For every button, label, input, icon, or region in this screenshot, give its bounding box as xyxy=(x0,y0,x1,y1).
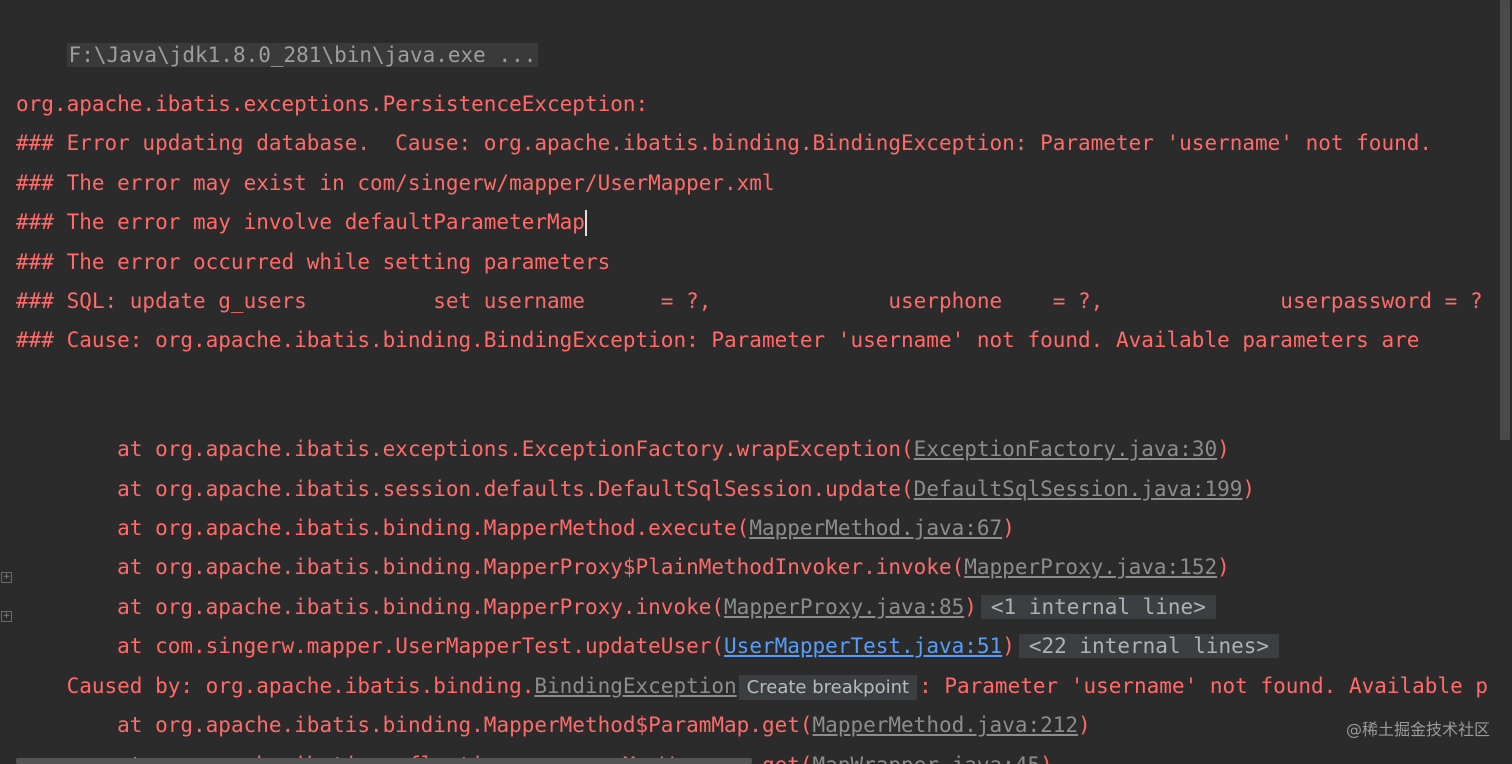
error-line-mapper-xml: ### The error may exist in com/singerw/m… xyxy=(16,171,775,195)
stack-frame: at com.singerw.mapper.UserMapperTest.upd… xyxy=(16,601,1280,658)
java-command[interactable]: F:\Java\jdk1.8.0_281\bin\java.exe ... xyxy=(66,43,539,67)
run-console[interactable]: F:\Java\jdk1.8.0_281\bin\java.exe ... or… xyxy=(0,0,1512,764)
stack-frame-tail: ) xyxy=(1217,555,1230,579)
command-line[interactable]: F:\Java\jdk1.8.0_281\bin\java.exe ... xyxy=(16,10,539,67)
stack-frame: at org.apache.ibatis.session.defaults.De… xyxy=(16,444,1255,501)
stack-frame: at org.apache.ibatis.binding.MapperMetho… xyxy=(16,483,1015,540)
stack-frame: at org.apache.ibatis.binding.MapperProxy… xyxy=(16,562,1216,619)
error-line-updating: ### Error updating database. Cause: org.… xyxy=(16,131,1433,155)
horizontal-scrollbar[interactable] xyxy=(16,758,752,764)
error-line-setting-params: ### The error occurred while setting par… xyxy=(16,250,611,274)
stack-frame: at org.apache.ibatis.reflection.wrapper.… xyxy=(16,720,1053,764)
caused-by-line: Caused by: org.apache.ibatis.binding.Bin… xyxy=(16,641,1488,700)
stack-frame: at org.apache.ibatis.binding.MapperMetho… xyxy=(16,680,1091,737)
text-cursor xyxy=(584,210,587,236)
stack-frame-tail: ) xyxy=(1078,713,1091,737)
expand-fold-icon[interactable]: + xyxy=(1,611,12,622)
exception-header: org.apache.ibatis.exceptions.Persistence… xyxy=(16,92,661,116)
error-line-cause: ### Cause: org.apache.ibatis.binding.Bin… xyxy=(16,328,1420,352)
error-line-parameter-map-text: ### The error may involve defaultParamet… xyxy=(16,210,585,234)
stack-frame: at org.apache.ibatis.binding.MapperProxy… xyxy=(16,522,1230,579)
stack-frame: at org.apache.ibatis.exceptions.Exceptio… xyxy=(16,404,1230,461)
expand-fold-icon[interactable]: + xyxy=(1,572,12,583)
error-line-sql: ### SQL: update g_users set username = ?… xyxy=(16,289,1483,313)
source-link[interactable]: MapWrapper.java:45 xyxy=(813,753,1041,764)
vertical-scrollbar[interactable] xyxy=(1500,0,1510,440)
stack-frame-tail: ) xyxy=(1242,477,1256,501)
stack-frame-tail: ) xyxy=(1040,753,1053,764)
watermark: @稀土掘金技术社区 xyxy=(1345,720,1490,739)
error-line-parameter-map: ### The error may involve defaultParamet… xyxy=(16,207,587,237)
